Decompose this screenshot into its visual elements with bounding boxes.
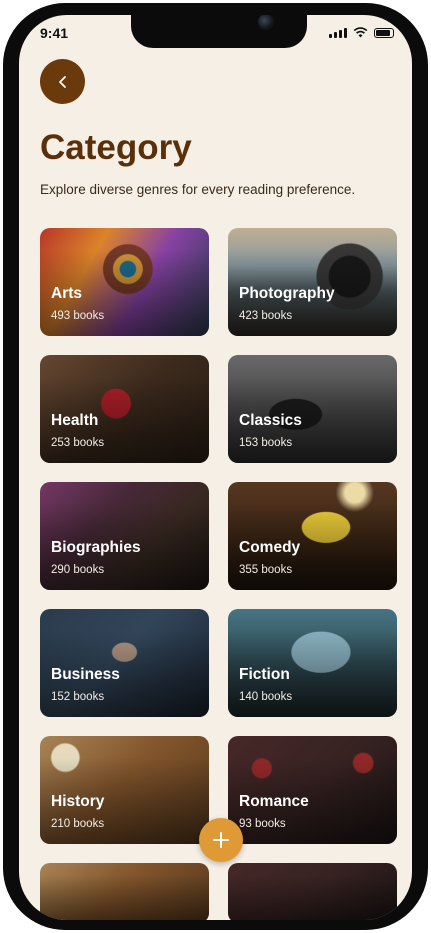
- camera-icon: [258, 15, 274, 30]
- category-card-classics[interactable]: Classics 153 books: [228, 355, 397, 463]
- category-card-partial[interactable]: [40, 863, 209, 920]
- phone-frame: 9:41 Category Explore diverse genres for…: [3, 3, 428, 930]
- wifi-icon: [353, 27, 368, 38]
- add-button[interactable]: [199, 818, 243, 862]
- screen: 9:41 Category Explore diverse genres for…: [19, 15, 412, 920]
- page-title: Category: [40, 128, 192, 167]
- status-icons: [329, 27, 394, 38]
- plus-icon: [213, 832, 229, 848]
- category-card-biographies[interactable]: Biographies 290 books: [40, 482, 209, 590]
- category-card-comedy[interactable]: Comedy 355 books: [228, 482, 397, 590]
- card-overlay: [40, 863, 209, 920]
- category-count: 140 books: [239, 691, 293, 703]
- category-count: 355 books: [239, 564, 293, 576]
- category-count: 93 books: [239, 818, 286, 830]
- category-name: Classics: [239, 412, 302, 429]
- category-card-business[interactable]: Business 152 books: [40, 609, 209, 717]
- category-name: History: [51, 793, 105, 810]
- category-name: Romance: [239, 793, 309, 810]
- category-count: 152 books: [51, 691, 105, 703]
- chevron-left-icon: [58, 75, 66, 88]
- category-name: Photography: [239, 285, 335, 302]
- category-card-history[interactable]: History 210 books: [40, 736, 209, 844]
- card-overlay: [228, 863, 397, 920]
- category-count: 210 books: [51, 818, 105, 830]
- category-name: Comedy: [239, 539, 301, 556]
- category-name: Health: [51, 412, 99, 429]
- category-card-arts[interactable]: Arts 493 books: [40, 228, 209, 336]
- battery-icon: [374, 28, 394, 38]
- category-count: 153 books: [239, 437, 293, 449]
- back-button[interactable]: [40, 59, 85, 104]
- page-subtitle: Explore diverse genres for every reading…: [40, 182, 356, 197]
- category-count: 253 books: [51, 437, 105, 449]
- category-card-romance[interactable]: Romance 93 books: [228, 736, 397, 844]
- category-name: Business: [51, 666, 120, 683]
- notch: [131, 15, 307, 48]
- category-name: Fiction: [239, 666, 290, 683]
- category-count: 493 books: [51, 310, 105, 322]
- category-card-health[interactable]: Health 253 books: [40, 355, 209, 463]
- signal-icon: [329, 27, 347, 38]
- category-count: 290 books: [51, 564, 105, 576]
- category-count: 423 books: [239, 310, 293, 322]
- category-card-partial[interactable]: [228, 863, 397, 920]
- category-name: Arts: [51, 285, 83, 302]
- status-time: 9:41: [40, 25, 69, 41]
- category-card-photography[interactable]: Photography 423 books: [228, 228, 397, 336]
- category-name: Biographies: [51, 539, 141, 556]
- category-card-fiction[interactable]: Fiction 140 books: [228, 609, 397, 717]
